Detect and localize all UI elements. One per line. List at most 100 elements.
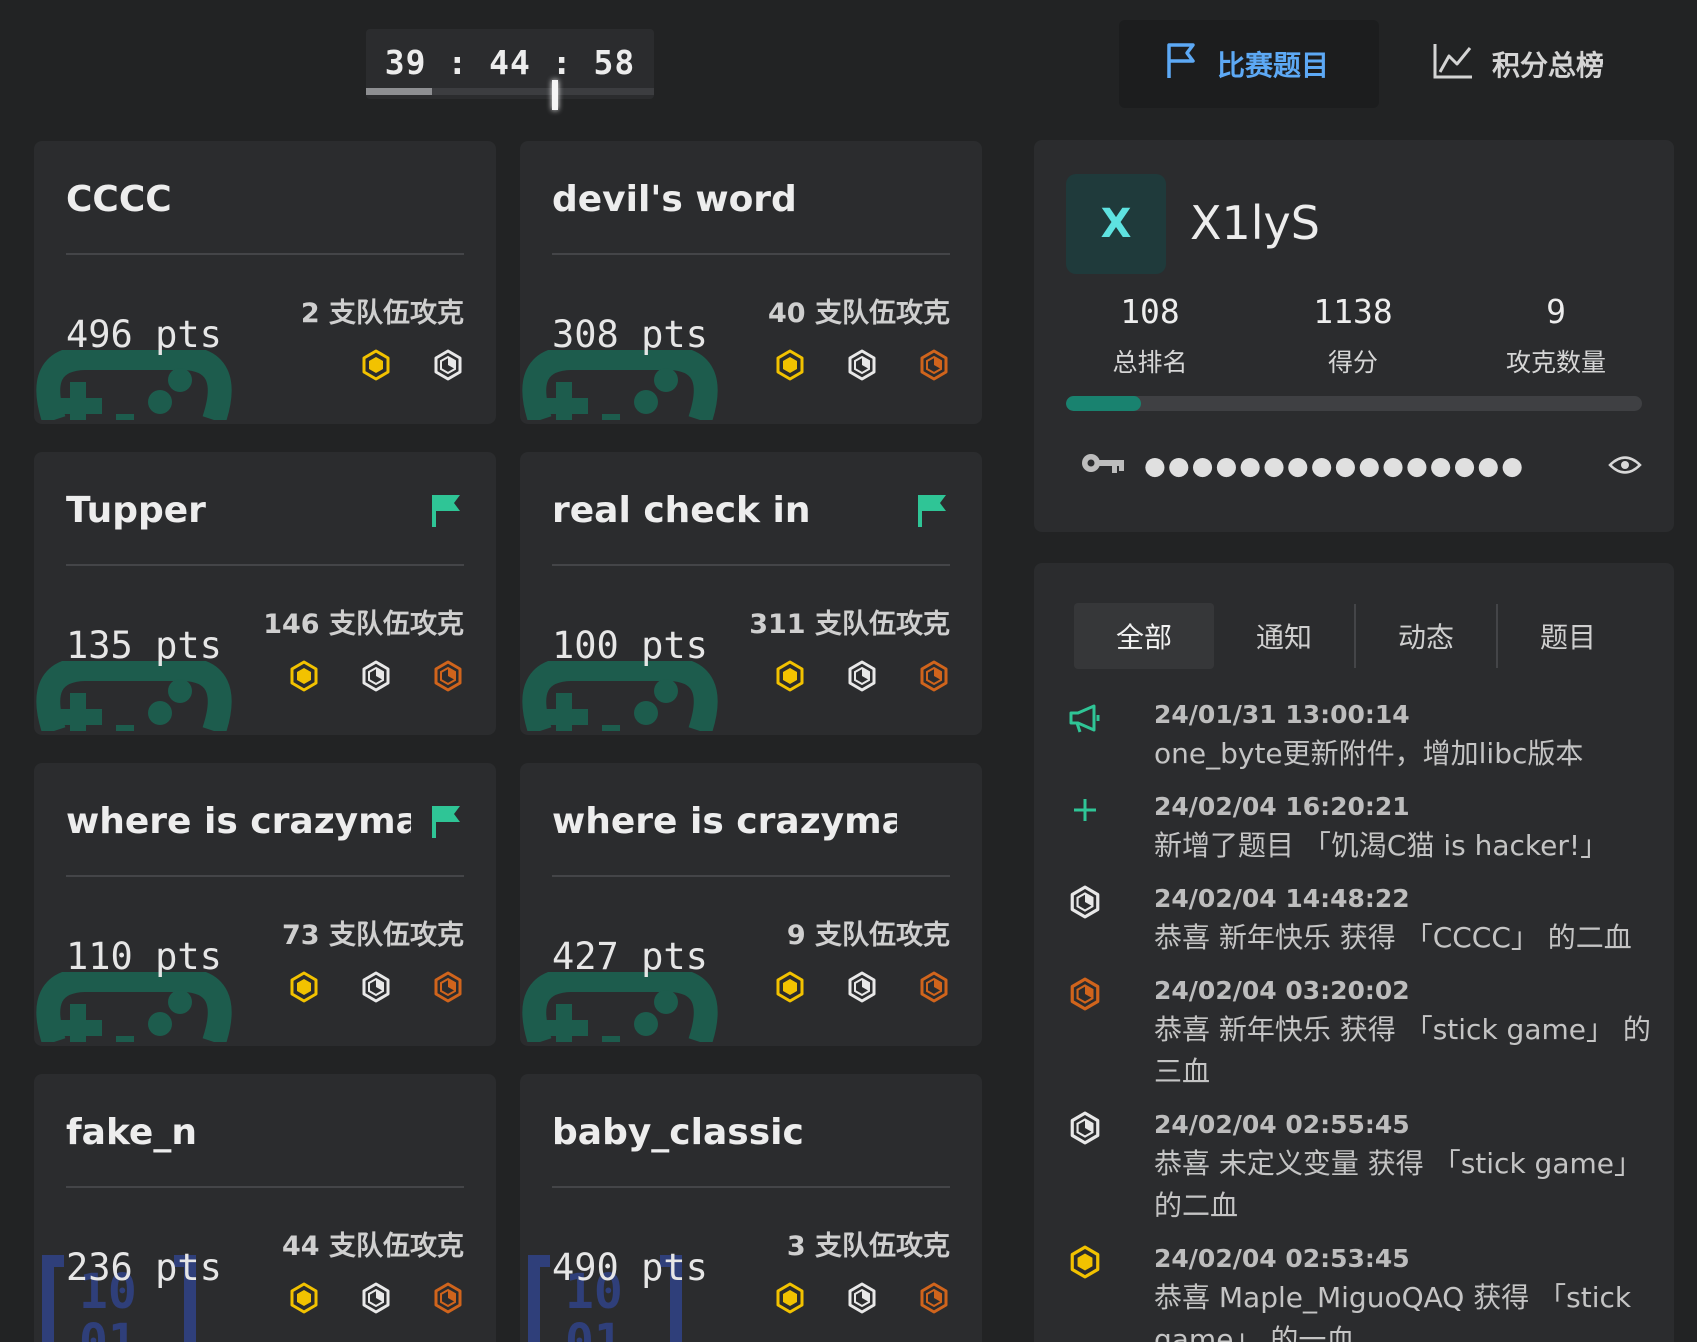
megaphone-icon (1066, 699, 1104, 737)
challenge-title: Tupper (66, 490, 206, 531)
challenge-points: 135 pts (66, 624, 222, 667)
silver-medal-icon (846, 1282, 878, 1318)
countdown-text: 39 : 44 : 58 (384, 43, 636, 82)
stat-score-label: 得分 (1327, 348, 1378, 377)
feed-item-time: 24/01/31 13:00:14 (1154, 700, 1410, 729)
feed-item-time: 24/02/04 16:20:21 (1154, 792, 1410, 821)
team-progress-fill (1066, 396, 1141, 411)
solved-flag-icon (430, 803, 462, 843)
silver-medal-icon (360, 660, 392, 696)
nav-tab-scoreboard[interactable]: 积分总榜 (1386, 20, 1686, 108)
challenge-card[interactable]: CCCC 496 pts 2 支队伍攻克 (34, 141, 496, 424)
team-panel: X X1lyS 108 总排名 1138 得分 9 攻克数量 ●●●●●●●●●… (1034, 140, 1674, 532)
challenge-card[interactable]: where is crazyma... 110 pts 73 支队伍攻克 (34, 763, 496, 1046)
challenge-solve-count: 40 支队伍攻克 (768, 298, 950, 329)
bronze-medal-icon (918, 1282, 950, 1318)
feed-list: 24/01/31 13:00:14 one_byte更新附件，增加libc版本 … (1066, 697, 1666, 1342)
bronze-medal-icon (432, 660, 464, 696)
silver-medal-icon (1066, 883, 1104, 921)
feed-item-time: 24/02/04 02:53:45 (1154, 1244, 1410, 1273)
silver-medal-icon (846, 660, 878, 696)
card-divider (66, 875, 464, 877)
challenge-points: 236 pts (66, 1246, 222, 1289)
challenge-card[interactable]: 10 01 fake_n 236 pts 44 支队伍攻克 (34, 1074, 496, 1342)
gamepad-icon (34, 968, 234, 1046)
feed-item-message: 恭喜 未定义变量 获得 「stick game」 的二血 (1154, 1147, 1642, 1222)
challenge-points: 110 pts (66, 935, 222, 978)
challenge-title: devil's word (552, 179, 797, 220)
challenge-medals (774, 660, 950, 696)
stat-solved-label: 攻克数量 (1505, 348, 1606, 377)
countdown-progress-track (366, 80, 654, 110)
plus-icon (1066, 791, 1104, 829)
feed-item: 24/02/04 02:55:45 恭喜 未定义变量 获得 「stick gam… (1066, 1107, 1666, 1227)
key-icon (1080, 450, 1126, 480)
eye-icon[interactable] (1608, 454, 1642, 480)
gold-medal-icon (774, 1282, 806, 1318)
challenge-medals (774, 971, 950, 1007)
team-progress-bar (1066, 396, 1642, 411)
bronze-medal-icon (918, 660, 950, 696)
stat-solved-value: 9 (1546, 292, 1566, 331)
team-name: X1lyS (1190, 196, 1320, 250)
challenge-medals (288, 971, 464, 1007)
gold-medal-icon (360, 349, 392, 385)
nav-tab-challenges[interactable]: 比赛题目 (1119, 20, 1379, 108)
challenge-card[interactable]: Tupper 135 pts 146 支队伍攻克 (34, 452, 496, 735)
countdown-timer: 39 : 44 : 58 (366, 29, 654, 110)
feed-tab-notices[interactable]: 通知 (1214, 603, 1354, 669)
challenge-solve-count: 3 支队伍攻克 (786, 1231, 950, 1262)
stat-score-value: 1138 (1313, 292, 1393, 331)
feed-tab-challenges[interactable]: 题目 (1498, 603, 1638, 669)
challenge-card[interactable]: real check in 100 pts 311 支队伍攻克 (520, 452, 982, 735)
challenge-title: baby_classic (552, 1112, 804, 1153)
activity-feed-panel: 全部 通知 动态 题目 24/01/31 13:00:14 one_byte更新… (1034, 563, 1674, 1342)
feed-tabs: 全部 通知 动态 题目 (1074, 603, 1638, 669)
card-divider (552, 1186, 950, 1188)
stat-rank-label: 总排名 (1112, 348, 1188, 377)
stat-solved: 9 攻克数量 (1456, 292, 1656, 379)
silver-medal-icon (360, 971, 392, 1007)
challenge-card[interactable]: where is crazyma... 427 pts 9 支队伍攻克 (520, 763, 982, 1046)
line-chart-icon (1432, 42, 1474, 87)
feed-item-message: one_byte更新附件，增加libc版本 (1154, 737, 1584, 770)
silver-medal-icon (432, 349, 464, 385)
gamepad-icon (34, 346, 234, 424)
bronze-medal-icon (918, 971, 950, 1007)
feed-tab-events[interactable]: 动态 (1356, 603, 1496, 669)
bronze-medal-icon (918, 349, 950, 385)
svg-text:01: 01 (79, 1314, 137, 1342)
challenge-points: 427 pts (552, 935, 708, 978)
gamepad-icon (520, 657, 720, 735)
feed-item-message: 恭喜 新年快乐 获得 「stick game」 的三血 (1154, 1013, 1651, 1088)
challenge-title: real check in (552, 490, 811, 531)
bronze-medal-icon (432, 971, 464, 1007)
challenge-solve-count: 311 支队伍攻克 (749, 609, 950, 640)
feed-item-message: 恭喜 Maple_MiguoQAQ 获得 「stick game」 的一血 (1154, 1281, 1632, 1342)
challenge-solve-count: 2 支队伍攻克 (300, 298, 464, 329)
challenge-solve-count: 146 支队伍攻克 (263, 609, 464, 640)
gold-medal-icon (774, 349, 806, 385)
team-token-field[interactable]: ●●●●●●●●●●●●●●●● (1080, 450, 1584, 480)
challenge-medals (288, 1282, 464, 1318)
gold-medal-icon (288, 660, 320, 696)
stat-rank-value: 108 (1120, 292, 1180, 331)
nav-tab-scoreboard-label: 积分总榜 (1492, 49, 1605, 82)
stat-rank: 108 总排名 (1050, 292, 1250, 379)
feed-item: 24/02/04 14:48:22 恭喜 新年快乐 获得 「CCCC」 的二血 (1066, 881, 1666, 959)
challenge-card[interactable]: devil's word 308 pts 40 支队伍攻克 (520, 141, 982, 424)
challenge-medals (774, 1282, 950, 1318)
feed-item: 24/02/04 03:20:02 恭喜 新年快乐 获得 「stick game… (1066, 973, 1666, 1093)
card-divider (66, 564, 464, 566)
gold-medal-icon (774, 971, 806, 1007)
challenge-points: 308 pts (552, 313, 708, 356)
challenge-card[interactable]: 10 01 baby_classic 490 pts 3 支队伍攻克 (520, 1074, 982, 1342)
feed-tab-all[interactable]: 全部 (1074, 603, 1214, 669)
countdown-progress-marker (552, 80, 559, 110)
feed-item: 24/02/04 02:53:45 恭喜 Maple_MiguoQAQ 获得 「… (1066, 1241, 1666, 1342)
svg-text:01: 01 (565, 1314, 623, 1342)
countdown-progress-fill (366, 88, 433, 95)
card-divider (66, 1186, 464, 1188)
challenge-points: 490 pts (552, 1246, 708, 1289)
gold-medal-icon (288, 1282, 320, 1318)
